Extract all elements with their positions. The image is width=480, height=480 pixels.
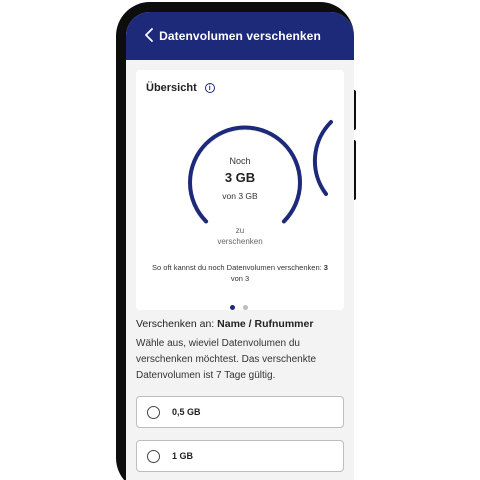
radio-button[interactable] <box>147 449 160 463</box>
gift-count: 3 <box>323 263 328 272</box>
next-gauge-arc <box>312 120 333 196</box>
option-0-5-gb[interactable]: 0,5 GB <box>136 396 344 428</box>
recipient-value: Name / Rufnummer <box>217 318 314 330</box>
option-label: 1 GB <box>172 451 194 461</box>
gauge-prefix: Noch <box>229 156 251 166</box>
chevron-left-icon <box>145 28 153 42</box>
app-header: Datenvolumen verschenken <box>126 12 354 60</box>
gauge-suffix-2: verschenken <box>217 237 263 246</box>
gauge-suffix-1: zu <box>235 226 245 235</box>
gift-count-info: So oft kannst du noch Datenvolumen versc… <box>152 263 328 283</box>
pagination-dot-1[interactable] <box>230 305 235 310</box>
recipient-line: Verschenken an: Name / Rufnummer <box>136 318 314 330</box>
overview-header: Übersicht i <box>146 82 215 94</box>
carousel-pagination <box>230 305 248 310</box>
gauge-total: von 3 GB <box>222 191 258 201</box>
back-button[interactable] <box>142 26 158 44</box>
description-text: Wähle aus, wieviel Datenvolumen du versc… <box>136 338 317 381</box>
radio-button[interactable] <box>147 405 160 419</box>
app-screen: Datenvolumen verschenken Übersicht i Noc… <box>126 12 354 480</box>
pagination-dot-2[interactable] <box>243 305 248 310</box>
gauge-amount: 3 GB <box>224 170 256 185</box>
page-title: Datenvolumen verschenken <box>159 29 321 43</box>
option-label: 0,5 GB <box>172 407 201 417</box>
overview-title: Übersicht <box>146 82 197 94</box>
overview-card[interactable]: Übersicht i Noch 3 GB von 3 GB zu versch… <box>136 70 344 310</box>
info-icon[interactable]: i <box>204 83 215 93</box>
option-1-gb[interactable]: 1 GB <box>136 440 344 472</box>
